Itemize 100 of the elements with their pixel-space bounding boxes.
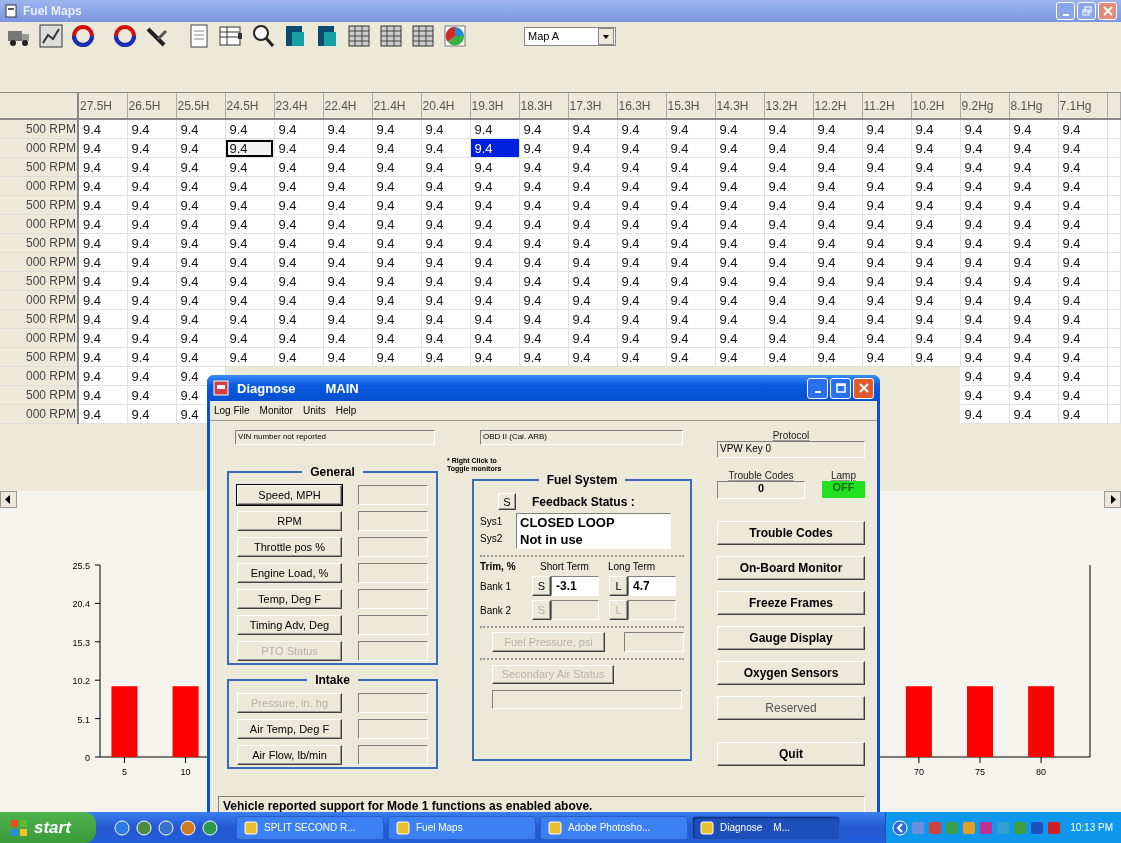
app-icon	[395, 819, 411, 836]
bar	[967, 686, 993, 757]
column-header: 19.3H	[470, 93, 519, 119]
window-title: Fuel Maps	[23, 4, 82, 18]
pie-chart-icon[interactable]	[442, 23, 468, 49]
restore-icon	[1081, 6, 1092, 16]
column-header: 7.1Hg	[1058, 93, 1107, 119]
group-title: Fuel System	[545, 473, 619, 487]
windows-logo-icon	[10, 818, 28, 837]
action-button[interactable]: Gauge Display	[717, 626, 865, 650]
restore-button[interactable]	[1077, 2, 1096, 20]
system-label: Sys2	[480, 532, 504, 546]
chevron-left-icon[interactable]	[892, 819, 909, 836]
taskbar-button[interactable]: Diagnose M...	[692, 815, 840, 840]
system-status: Not in use	[520, 531, 584, 548]
column-header: 20.4H	[421, 93, 470, 119]
action-button[interactable]: Quit	[717, 742, 865, 766]
grid-icon[interactable]	[378, 23, 404, 49]
column-header: 24.5H	[225, 93, 274, 119]
quick-launch-icon[interactable]	[136, 819, 152, 836]
column-header: 22.4H	[323, 93, 372, 119]
map-select[interactable]: Map A	[524, 26, 616, 46]
search-icon[interactable]	[250, 23, 276, 49]
value-box	[358, 719, 428, 739]
trouble-codes-field: 0	[717, 481, 805, 499]
column-header: 26.5H	[127, 93, 176, 119]
value-box	[358, 511, 428, 531]
column-header: 12.2H	[813, 93, 862, 119]
taskbar-button[interactable]: Adobe Photosho...	[540, 815, 688, 840]
minimize-button[interactable]	[1056, 2, 1075, 20]
protocol-field: VPW Key 0	[717, 441, 865, 458]
group-title: General	[309, 465, 356, 479]
maximize-icon	[835, 383, 846, 393]
taskbar-button[interactable]: Fuel Maps	[388, 815, 536, 840]
system-status: CLOSED LOOP	[520, 514, 616, 531]
monitor-button[interactable]: Engine Load, %	[237, 563, 342, 583]
taskbar-button[interactable]: SPLIT SECOND R...	[236, 815, 384, 840]
column-header: 23.4H	[274, 93, 323, 119]
quick-launch-icon[interactable]	[180, 819, 196, 836]
close-icon	[1102, 6, 1113, 16]
action-button[interactable]: Freeze Frames	[717, 591, 865, 615]
status-button[interactable]: S	[498, 493, 516, 510]
app-icon	[213, 380, 229, 396]
maximize-button[interactable]	[830, 377, 851, 399]
value-box	[358, 563, 428, 583]
group-title: Intake	[314, 673, 351, 687]
menu-item[interactable]: Monitor	[259, 405, 293, 416]
monitor-button[interactable]: Timing Adv, Deg	[237, 615, 342, 635]
monitor-button[interactable]: Air Flow, lb/min	[237, 745, 342, 765]
column-header: 16.3H	[617, 93, 666, 119]
app-icon	[547, 819, 563, 836]
app-icon	[4, 4, 18, 18]
quick-launch-icon[interactable]	[202, 819, 218, 836]
monitor-button[interactable]: Temp, Deg F	[237, 589, 342, 609]
menu-item[interactable]: Help	[335, 405, 357, 416]
value-box	[358, 615, 428, 635]
close-button[interactable]	[853, 377, 874, 399]
action-button[interactable]: Trouble Codes	[717, 521, 865, 545]
scroll-right-icon[interactable]	[1104, 490, 1121, 508]
column-header: 14.3H	[715, 93, 764, 119]
trim-label: Trim, %	[480, 561, 517, 572]
chart-document-icon[interactable]	[38, 23, 64, 49]
action-button[interactable]: On-Board Monitor	[717, 556, 865, 580]
trim-value-field	[628, 600, 676, 620]
monitor-button[interactable]: RPM	[237, 511, 342, 531]
quick-launch-icon[interactable]	[158, 819, 174, 836]
y-tick-label: 20.4	[72, 599, 90, 610]
value-box	[358, 589, 428, 609]
monitor-button[interactable]: Speed, MPH	[237, 485, 342, 505]
short-term-button[interactable]: S	[532, 576, 551, 596]
x-tick-label: 70	[913, 767, 924, 777]
column-header: 9.2Hg	[960, 93, 1009, 119]
column-header: 18.3H	[519, 93, 568, 119]
long-term-button[interactable]: L	[609, 576, 628, 596]
column-header: 25.5H	[176, 93, 225, 119]
value-box	[358, 745, 428, 765]
bar	[1028, 686, 1055, 757]
dialog-title: Diagnose	[237, 380, 296, 396]
y-tick-label: 25.5	[72, 561, 90, 571]
quick-launch-icon[interactable]	[114, 819, 130, 836]
menu-item[interactable]: Units	[302, 405, 326, 416]
scroll-left-icon[interactable]	[0, 490, 17, 508]
column-header: 17.3H	[568, 93, 617, 119]
close-button[interactable]	[1098, 2, 1117, 20]
row-header: 500 RPM	[0, 119, 78, 139]
value-box	[358, 641, 428, 661]
column-label: Long Term	[608, 561, 656, 572]
column-header: 15.3H	[666, 93, 715, 119]
grid-icon[interactable]	[346, 23, 372, 49]
lamp-label: Lamp	[830, 470, 857, 481]
column-header: 21.4H	[372, 93, 421, 119]
table-icon[interactable]	[218, 23, 244, 49]
minimize-button[interactable]	[807, 377, 828, 399]
grid-icon[interactable]	[410, 23, 436, 49]
action-button[interactable]: Oxygen Sensors	[717, 661, 865, 685]
monitor-button[interactable]: Throttle pos %	[237, 537, 342, 557]
y-tick-label: 10.2	[72, 676, 90, 687]
trim-value-field	[551, 600, 599, 620]
x-tick-label: 75	[975, 767, 985, 777]
monitor-button[interactable]: Air Temp, Deg F	[237, 719, 342, 739]
